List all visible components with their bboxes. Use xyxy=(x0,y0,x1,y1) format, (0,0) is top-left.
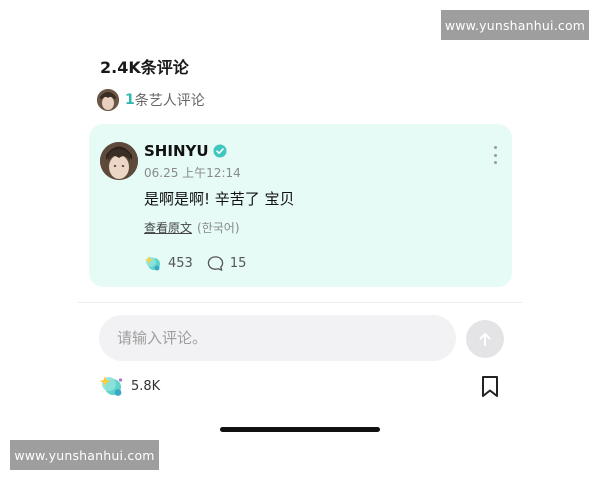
original-language-label: (한국어) xyxy=(197,221,240,235)
translate-row: 查看原文 (한국어) xyxy=(144,219,240,236)
like-sparkle-icon xyxy=(145,256,160,271)
comment-author[interactable]: SHINYU xyxy=(144,142,227,160)
send-button[interactable] xyxy=(466,320,504,358)
artist-comment-label: 条艺人评论 xyxy=(134,93,205,109)
verified-check-icon xyxy=(213,144,227,158)
arrow-up-icon xyxy=(479,333,491,346)
watermark-top: www.yunshanhui.com xyxy=(441,10,589,40)
like-button[interactable]: 453 xyxy=(144,254,193,272)
avatar[interactable] xyxy=(100,142,138,180)
like-count: 453 xyxy=(168,255,193,271)
reply-bubble-icon xyxy=(207,255,224,271)
artist-comment-count: 1 xyxy=(125,92,135,108)
comment-count-title: 2.4K条评论 xyxy=(100,58,189,77)
reply-button[interactable]: 15 xyxy=(207,255,247,272)
artist-mini-avatar xyxy=(97,89,119,111)
more-vertical-icon[interactable] xyxy=(492,146,498,164)
comment-text: 是啊是啊! 辛苦了 宝贝 xyxy=(144,190,295,208)
watermark-bottom: www.yunshanhui.com xyxy=(10,440,159,470)
view-original-link[interactable]: 查看原文 xyxy=(144,219,192,236)
like-sparkle-icon xyxy=(99,376,123,396)
reply-count: 15 xyxy=(229,255,247,271)
artist-comment-filter[interactable]: 1 条艺人评论 xyxy=(97,89,205,111)
post-like-count: 5.8K xyxy=(131,378,161,394)
comment-input[interactable] xyxy=(99,315,456,361)
post-like-button[interactable]: 5.8K xyxy=(99,374,160,398)
home-indicator[interactable] xyxy=(220,427,380,432)
divider xyxy=(78,302,522,303)
author-name: SHINYU xyxy=(144,142,209,160)
artist-comment-card: SHINYU 06.25 上午12:14 是啊是啊! 辛苦了 宝贝 查看原文 (… xyxy=(89,124,512,287)
bookmark-icon[interactable] xyxy=(480,375,500,399)
comment-stats: 453 15 xyxy=(144,254,260,272)
comment-timestamp: 06.25 上午12:14 xyxy=(144,166,241,180)
